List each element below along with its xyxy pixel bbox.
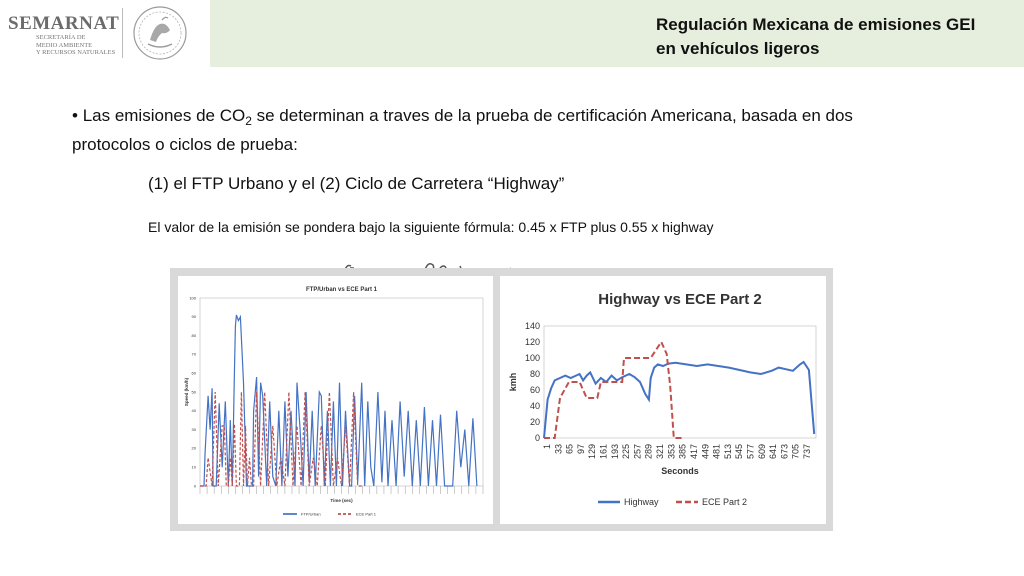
bullet-paragraph: • Las emisiones de CO2 se determinan a t… bbox=[72, 104, 932, 156]
formula-line: El valor de la emisión se pondera bajo l… bbox=[148, 219, 714, 235]
y-axis-label: kmh bbox=[508, 373, 518, 392]
x-tick-label: 257 bbox=[632, 444, 642, 459]
x-tick-label: 641 bbox=[768, 444, 778, 459]
y-tick-label: 60 bbox=[192, 371, 197, 376]
y-tick-label: 20 bbox=[192, 446, 197, 451]
x-tick-label: 385 bbox=[678, 444, 688, 459]
y-tick-label: 90 bbox=[192, 314, 197, 319]
page-title: Regulación Mexicana de emisiones GEI en … bbox=[656, 13, 1016, 61]
y-tick-label: 100 bbox=[525, 353, 540, 363]
x-tick-label: 161 bbox=[599, 444, 609, 459]
y-tick-label: 140 bbox=[525, 321, 540, 331]
x-tick-label: 513 bbox=[723, 444, 733, 459]
national-seal-icon bbox=[133, 6, 187, 60]
x-tick-label: 705 bbox=[791, 444, 801, 459]
x-tick-label: 673 bbox=[779, 444, 789, 459]
y-tick-label: 70 bbox=[192, 352, 197, 357]
cycles-line: (1) el FTP Urbano y el (2) Ciclo de Carr… bbox=[148, 174, 565, 193]
x-tick-label: 449 bbox=[700, 444, 710, 459]
y-tick-label: 60 bbox=[530, 385, 540, 395]
x-tick-label: 129 bbox=[587, 444, 597, 459]
legend-label: ECE Part 1 bbox=[356, 511, 377, 516]
x-axis-label: Seconds bbox=[661, 466, 699, 476]
logo-subtitle: SECRETARÍA DE MEDIO AMBIENTE Y RECURSOS … bbox=[36, 34, 115, 57]
y-tick-label: 20 bbox=[530, 417, 540, 427]
y-tick-label: 80 bbox=[192, 333, 197, 338]
x-tick-label: 1 bbox=[542, 444, 552, 449]
x-tick-label: 737 bbox=[802, 444, 812, 459]
logo-sub-line: Y RECURSOS NATURALES bbox=[36, 49, 116, 56]
x-tick-label: 321 bbox=[655, 444, 665, 459]
highway-chart: Highway vs ECE Part 2 0 20 40 60 80 100 120 140 k… bbox=[500, 276, 826, 524]
x-tick-label: 289 bbox=[644, 444, 654, 459]
y-tick-label: 40 bbox=[192, 408, 197, 413]
figure-panel: FTP/Urban vs ECE Part 1 0 10 20 30 40 50 60 70 80… bbox=[170, 268, 833, 531]
y-tick-label: 0 bbox=[194, 483, 197, 488]
x-axis-label: Time (sec) bbox=[330, 498, 353, 503]
chart-title: FTP/Urban vs ECE Part 1 bbox=[306, 287, 378, 293]
y-tick-label: 50 bbox=[192, 389, 197, 394]
highway-chart-svg: Highway vs ECE Part 2 0 20 40 60 80 100 120 140 k… bbox=[508, 291, 817, 507]
chart-title: Highway vs ECE Part 2 bbox=[598, 291, 761, 308]
logo-sub-line: SECRETARÍA DE bbox=[36, 34, 86, 41]
semarnat-logo: SEMARNAT SECRETARÍA DE MEDIO AMBIENTE Y … bbox=[0, 0, 210, 67]
x-tick-label: 33 bbox=[553, 444, 563, 454]
x-tick-label: 417 bbox=[689, 444, 699, 459]
x-tick-label: 65 bbox=[565, 444, 575, 454]
y-tick-label: 10 bbox=[192, 465, 197, 470]
y-tick-label: 100 bbox=[189, 295, 196, 300]
y-tick-label: 40 bbox=[530, 401, 540, 411]
title-line-1: Regulación Mexicana de emisiones GEI bbox=[656, 15, 976, 34]
x-tick-label: 225 bbox=[621, 444, 631, 459]
subscript-text: 2 bbox=[245, 114, 252, 128]
y-tick-label: 30 bbox=[192, 427, 197, 432]
y-tick-label: 120 bbox=[525, 337, 540, 347]
x-tick-label: 193 bbox=[610, 444, 620, 459]
x-tick-label: 577 bbox=[745, 444, 755, 459]
x-tick-label: 481 bbox=[712, 444, 722, 459]
logo-divider bbox=[122, 8, 123, 58]
ftp-urban-chart-svg: FTP/Urban vs ECE Part 1 0 10 20 30 40 50 60 70 80… bbox=[184, 287, 484, 516]
ftp-urban-chart: FTP/Urban vs ECE Part 1 0 10 20 30 40 50 60 70 80… bbox=[178, 276, 493, 524]
legend-label: FTP/Urban bbox=[301, 511, 321, 516]
logo-sub-line: MEDIO AMBIENTE bbox=[36, 41, 93, 49]
y-tick-label: 0 bbox=[535, 433, 540, 443]
x-tick-label: 609 bbox=[757, 444, 767, 459]
y-axis-label: Speed (km/h) bbox=[184, 377, 189, 406]
bullet-glyph: • bbox=[72, 106, 78, 125]
x-tick-label: 97 bbox=[576, 444, 586, 454]
x-tick-label: 353 bbox=[666, 444, 676, 459]
x-tick-label: 545 bbox=[734, 444, 744, 459]
header-band: SEMARNAT SECRETARÍA DE MEDIO AMBIENTE Y … bbox=[0, 0, 1024, 67]
logo-wordmark: SEMARNAT bbox=[8, 13, 120, 34]
paragraph-text: Las emisiones de CO bbox=[82, 106, 246, 125]
plot-area bbox=[543, 325, 817, 439]
legend-label: Highway bbox=[624, 497, 659, 507]
y-tick-label: 80 bbox=[530, 369, 540, 379]
legend-label: ECE Part 2 bbox=[702, 497, 747, 507]
title-line-2: en vehículos ligeros bbox=[656, 39, 820, 58]
